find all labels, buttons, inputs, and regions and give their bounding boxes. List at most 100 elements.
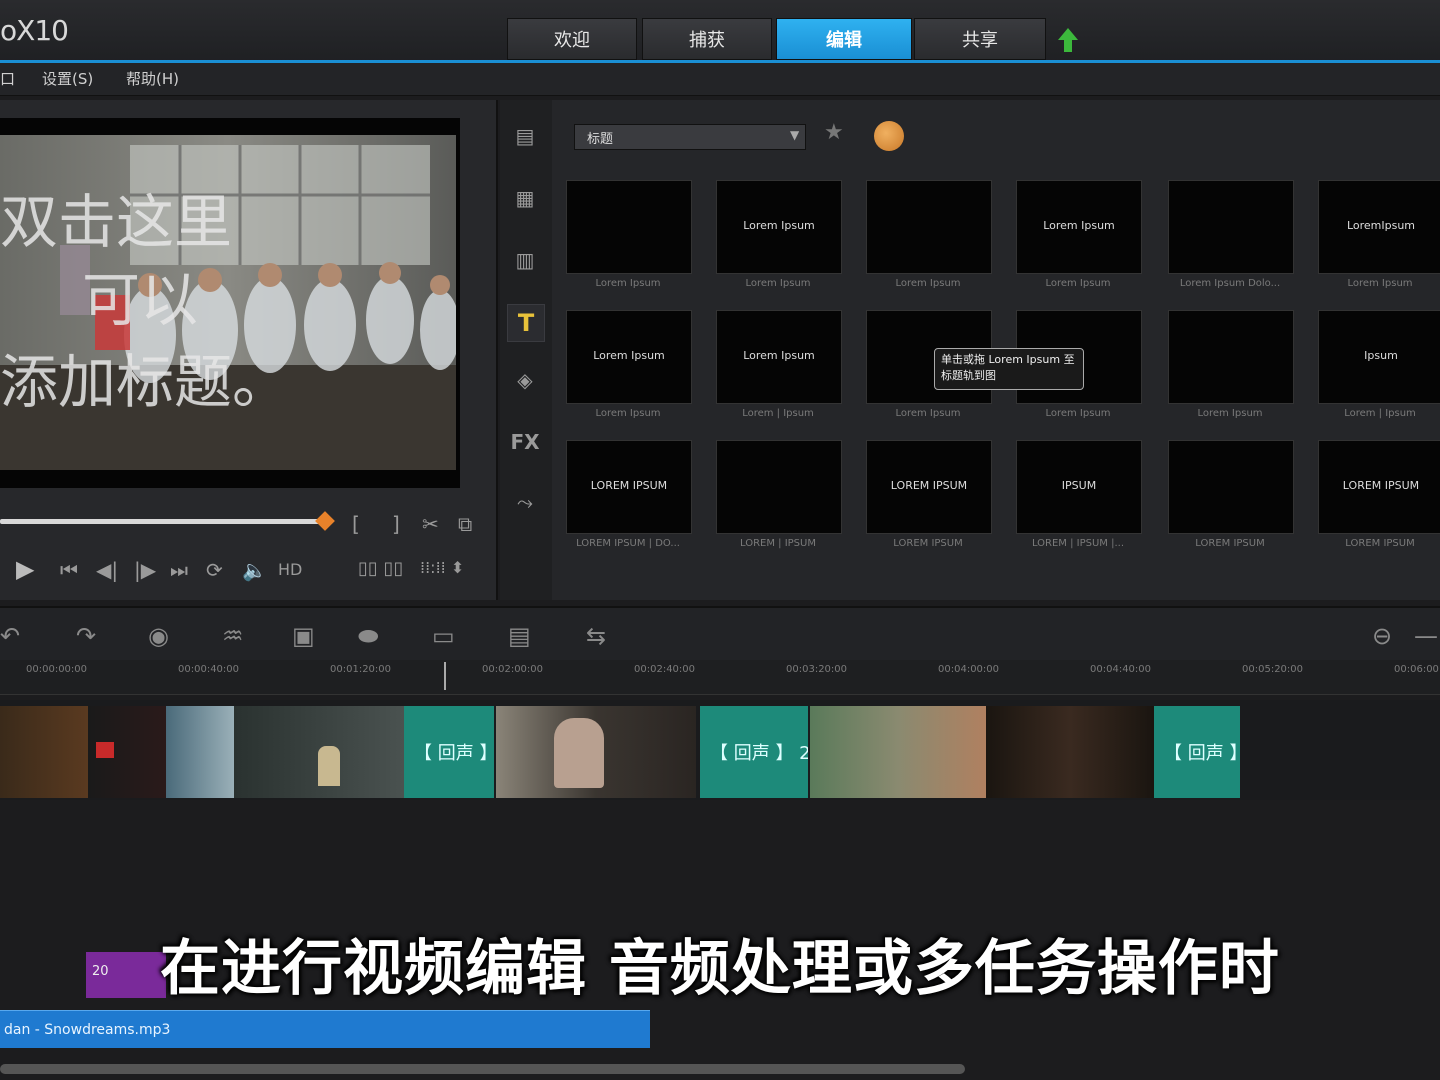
timeline-scrollbar[interactable]	[0, 1064, 965, 1074]
ruler-tick-label: 00:00:00:00	[26, 664, 88, 675]
upload-icon[interactable]	[1056, 26, 1080, 54]
video-clip[interactable]	[496, 706, 696, 798]
mark-in-icon[interactable]: [	[352, 512, 360, 536]
zoom-slider[interactable]: —	[1414, 622, 1438, 650]
thumbnail-preview-text: Lorem Ipsum	[743, 349, 815, 362]
ruler-tick-label: 00:03:20:00	[786, 664, 848, 675]
video-clip[interactable]	[0, 706, 88, 798]
title-thumbnail[interactable]: Ipsum	[1318, 310, 1440, 404]
title-thumbnail[interactable]: Lorem Ipsum	[716, 180, 842, 274]
tab-edit[interactable]: 编辑	[776, 18, 912, 60]
media-icon[interactable]: ▤	[507, 118, 543, 154]
title-thumbnail[interactable]	[566, 180, 692, 274]
tab-share[interactable]: 共享	[914, 18, 1046, 60]
preview-overlay-line-3: 添加标题。	[0, 348, 291, 416]
fx-icon[interactable]: FX	[507, 424, 543, 460]
multi-camera-icon[interactable]: ⬬	[358, 622, 379, 650]
thumbnail-preview-text: LOREM IPSUM	[590, 479, 668, 492]
menu-item-settings[interactable]: 设置(S)	[42, 68, 93, 89]
title-icon[interactable]: T	[507, 304, 545, 342]
online-content-icon[interactable]	[874, 121, 904, 151]
end-icon[interactable]: ⏭	[170, 558, 188, 582]
motion-track-icon[interactable]: ▣	[292, 622, 315, 650]
path-icon[interactable]: ⤳	[507, 484, 543, 520]
title-clip[interactable]: 【 回声 】	[1154, 706, 1240, 798]
undo-icon[interactable]: ↶	[0, 622, 20, 650]
play-icon[interactable]: ▶	[16, 555, 34, 583]
library-category-dropdown[interactable]: 标题	[574, 124, 806, 150]
menu-item-help[interactable]: 帮助(H)	[126, 68, 179, 89]
ruler-tick-label: 00:06:00	[1394, 664, 1439, 675]
prev-frame-icon[interactable]: ◀|	[96, 558, 118, 582]
next-frame-icon[interactable]: |▶	[134, 558, 156, 582]
ruler-tick-label: 00:04:40:00	[1090, 664, 1152, 675]
video-clip[interactable]	[88, 706, 166, 798]
home-icon[interactable]: ⏮	[60, 558, 78, 582]
menu-item-file[interactable]: 口	[0, 68, 15, 89]
timeline-toolbar	[0, 606, 1440, 666]
title-clip[interactable]: 【 回声 】 20	[404, 706, 494, 798]
title-thumbnail[interactable]	[716, 440, 842, 534]
thumbnail-label: Lorem Ipsum	[745, 278, 811, 289]
repeat-icon[interactable]: ⟳	[206, 558, 223, 582]
tab-capture[interactable]: 捕获	[642, 18, 772, 60]
scrub-bar[interactable]	[0, 519, 330, 524]
add-favorite-icon[interactable]: ★	[824, 120, 844, 145]
enlarge-icon[interactable]: ⧉	[458, 512, 472, 536]
hd-toggle[interactable]: HD	[278, 560, 302, 579]
title-thumbnail[interactable]	[1168, 180, 1294, 274]
smart-proxy-icon[interactable]: ⇆	[586, 622, 606, 650]
audio-clip[interactable]: dan - Snowdreams.mp3	[0, 1010, 650, 1048]
preview-image[interactable]: 双击这里 可以 添加标题。	[0, 135, 456, 470]
transition-icon[interactable]: ▥	[507, 242, 543, 278]
thumbnail-label: Lorem Ipsum	[595, 278, 661, 289]
video-clip[interactable]	[810, 706, 986, 798]
thumbnail-label: Lorem Ipsum	[1045, 278, 1111, 289]
thumbnail-label: LOREM IPSUM | DO...	[576, 538, 680, 549]
title-thumbnail[interactable]: Lorem Ipsum	[566, 310, 692, 404]
project-clip-toggle-icon[interactable]: ▯▯ ▯▯	[358, 558, 403, 579]
zoom-out-icon[interactable]: ⊖	[1372, 622, 1392, 650]
title-thumbnail[interactable]: LOREM IPSUM	[866, 440, 992, 534]
instant-project-icon[interactable]: ▦	[507, 180, 543, 216]
ruler-tick-label: 00:04:00:00	[938, 664, 1000, 675]
volume-icon[interactable]: 🔈	[242, 558, 267, 582]
title-thumbnail[interactable]: LOREM IPSUM	[566, 440, 692, 534]
title-thumbnail[interactable]: LOREM IPSUM	[1318, 440, 1440, 534]
title-clip[interactable]: 【 回声 】 20	[700, 706, 808, 798]
title-thumbnail[interactable]	[1168, 310, 1294, 404]
video-clip[interactable]	[986, 706, 1154, 798]
title-thumbnail[interactable]: Lorem Ipsum	[1016, 180, 1142, 274]
graphics-icon[interactable]: ◈	[507, 362, 543, 398]
thumbnail-label: Lorem | Ipsum	[742, 408, 814, 419]
thumbnail-label: LOREM | IPSUM |...	[1031, 538, 1125, 549]
thumbnail-label: Lorem Ipsum	[595, 408, 661, 419]
thumbnail-label: LOREM IPSUM	[1195, 538, 1265, 549]
thumbnail-preview-text: Lorem Ipsum	[593, 349, 665, 362]
split-icon[interactable]: ✂	[422, 512, 439, 536]
sound-mixer-icon[interactable]: ♒	[222, 622, 244, 650]
title-thumbnail[interactable]	[866, 180, 992, 274]
ruler-tick-label: 00:01:20:00	[330, 664, 392, 675]
thumbnail-label: Lorem Ipsum	[1347, 278, 1413, 289]
library-category-bar	[500, 100, 552, 600]
video-clip[interactable]	[166, 706, 234, 798]
record-capture-icon[interactable]: ◉	[148, 622, 169, 650]
track-manager-icon[interactable]: ▤	[508, 622, 531, 650]
thumbnail-label: Lorem Ipsum Dolo...	[1179, 278, 1281, 289]
title-thumbnail[interactable]: IPSUM	[1016, 440, 1142, 534]
thumbnail-preview-text: Ipsum	[1364, 349, 1398, 362]
subtitle-editor-icon[interactable]: ▭	[432, 622, 455, 650]
mark-out-icon[interactable]: ]	[392, 512, 400, 536]
thumbnail-preview-text: Lorem Ipsum	[1043, 219, 1115, 232]
title-thumbnail[interactable]: Lorem Ipsum	[716, 310, 842, 404]
playhead[interactable]	[444, 662, 446, 690]
timecode-stepper[interactable]: ⁞⁞:⁞⁞ ⬍	[420, 558, 464, 577]
title-thumbnail[interactable]	[1168, 440, 1294, 534]
tab-welcome[interactable]: 欢迎	[507, 18, 637, 60]
redo-icon[interactable]: ↷	[76, 622, 96, 650]
thumbnail-preview-text: LoremIpsum	[1346, 219, 1416, 232]
video-clip[interactable]	[234, 706, 404, 798]
thumbnail-preview-text: LOREM IPSUM	[1342, 479, 1420, 492]
title-thumbnail[interactable]: LoremIpsum	[1318, 180, 1440, 274]
